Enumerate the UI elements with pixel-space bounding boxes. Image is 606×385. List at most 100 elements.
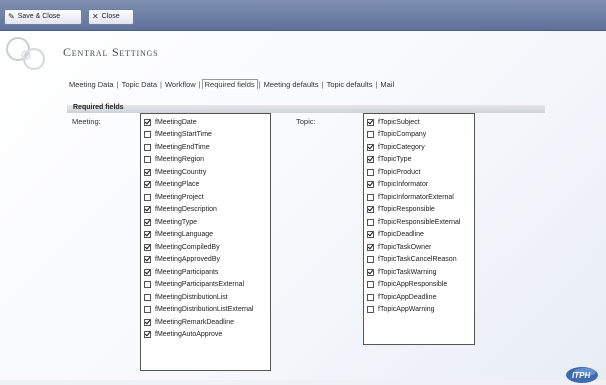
checkbox[interactable] [144, 218, 151, 226]
checkbox[interactable] [144, 168, 151, 176]
topic-field-row[interactable]: fTopicType [367, 155, 411, 165]
tab-required-fields[interactable]: Required fields [201, 79, 258, 89]
tab-meeting-defaults[interactable]: Meeting defaults [262, 80, 321, 89]
checkbox[interactable] [367, 206, 374, 213]
topic-field-row[interactable]: fTopicAppResponsible [367, 280, 447, 290]
meeting-field-row[interactable]: fMeetingRegion [144, 155, 204, 165]
meeting-field-row[interactable]: fMeetingStartTime [144, 130, 212, 140]
checkbox[interactable] [367, 268, 374, 276]
field-name-label: fMeetingType [155, 218, 198, 226]
meeting-field-row[interactable]: fMeetingAutoApprove [144, 330, 222, 340]
checkbox[interactable] [144, 131, 151, 138]
topic-field-row[interactable]: fTopicResponsible [367, 205, 435, 215]
checkbox[interactable] [367, 131, 374, 138]
checkbox[interactable] [144, 231, 151, 238]
meeting-field-row[interactable]: fMeetingProject [144, 192, 204, 202]
checkbox[interactable] [144, 156, 151, 163]
close-button[interactable]: ✕ Close [88, 9, 134, 25]
field-name-label: fMeetingParticipantsExternal [155, 281, 245, 288]
tab-topic-defaults[interactable]: Topic defaults [325, 80, 375, 89]
tab-mail[interactable]: Mail [378, 80, 396, 89]
topic-field-row[interactable]: fTopicInformator [367, 180, 428, 190]
checkbox[interactable] [367, 218, 374, 226]
checkbox[interactable] [144, 331, 151, 338]
checkbox[interactable] [144, 118, 151, 126]
topic-field-row[interactable]: fTopicAppDeadline [367, 292, 436, 302]
checkbox[interactable] [144, 268, 151, 276]
field-name-label: fTopicInformator [378, 181, 429, 188]
checkbox[interactable] [367, 156, 374, 163]
field-name-label: fMeetingProject [155, 193, 204, 201]
checkbox[interactable] [367, 231, 374, 238]
field-name-label: fTopicResponsible [378, 206, 435, 213]
field-name-label: fMeetingApprovedBy [155, 256, 220, 263]
logo-text: ITPH [572, 371, 590, 380]
meeting-field-row[interactable]: fMeetingEndTime [144, 142, 210, 152]
checkbox[interactable] [144, 281, 151, 288]
checkbox[interactable] [144, 193, 151, 201]
meeting-field-row[interactable]: fMeetingRemarkDeadline [144, 317, 234, 327]
meeting-field-row[interactable]: fMeetingDistributionList [144, 292, 228, 302]
topic-field-row[interactable]: fTopicTaskOwner [367, 242, 431, 252]
checkbox[interactable] [367, 118, 374, 126]
topic-field-row[interactable]: fTopicResponsibleExternal [367, 217, 461, 227]
checkbox[interactable] [367, 143, 374, 151]
meeting-field-row[interactable]: fMeetingParticipantsExternal [144, 280, 244, 290]
tab-meeting-data[interactable]: Meeting Data [67, 80, 116, 89]
field-name-label: fTopicTaskWarning [378, 268, 437, 276]
topic-field-row[interactable]: fTopicInformatorExternal [367, 192, 454, 202]
checkbox[interactable] [367, 243, 374, 251]
meeting-field-row[interactable]: fMeetingApprovedBy [144, 255, 220, 265]
topic-field-row[interactable]: fTopicCategory [367, 142, 425, 152]
tab-topic-data[interactable]: Topic Data [120, 80, 159, 89]
field-name-label: fTopicCompany [378, 131, 427, 138]
field-name-label: fTopicAppWarning [378, 306, 435, 313]
save-and-close-button[interactable]: ✎ Save & Close [4, 9, 82, 25]
checkbox[interactable] [367, 193, 374, 201]
topic-field-row[interactable]: fTopicProduct [367, 167, 420, 177]
field-name-label: fTopicTaskOwner [378, 243, 432, 251]
section-header-bar [67, 105, 545, 113]
meeting-field-row[interactable]: fMeetingDescription [144, 205, 217, 215]
meeting-field-row[interactable]: fMeetingCountry [144, 167, 206, 177]
topic-field-row[interactable]: fTopicTaskWarning [367, 267, 437, 277]
topic-field-row[interactable]: fTopicCompany [367, 130, 426, 140]
meeting-field-row[interactable]: fMeetingCompiledBy [144, 242, 220, 252]
field-name-label: fTopicInformatorExternal [378, 193, 454, 201]
checkbox[interactable] [367, 306, 374, 313]
field-name-label: fTopicAppResponsible [378, 281, 448, 288]
topic-field-row[interactable]: fTopicDeadline [367, 230, 424, 240]
checkbox[interactable] [367, 256, 374, 263]
close-icon: ✕ [92, 12, 99, 21]
checkbox[interactable] [144, 243, 151, 251]
save-and-close-label: Save & Close [17, 13, 61, 20]
checkbox[interactable] [367, 168, 374, 176]
field-name-label: fTopicType [378, 156, 412, 163]
meeting-field-row[interactable]: fMeetingDate [144, 117, 197, 127]
itph-logo: ITPH [566, 367, 598, 383]
checkbox[interactable] [144, 256, 151, 263]
checkbox[interactable] [144, 318, 151, 326]
meeting-field-row[interactable]: fMeetingType [144, 217, 197, 227]
meeting-field-row[interactable]: fMeetingLanguage [144, 230, 213, 240]
checkbox[interactable] [144, 306, 151, 313]
topic-field-row[interactable]: fTopicSubject [367, 117, 420, 127]
checkbox[interactable] [367, 181, 374, 188]
topic-field-row[interactable]: fTopicAppWarning [367, 305, 435, 315]
meeting-field-row[interactable]: fMeetingPlace [144, 180, 199, 190]
field-name-label: fMeetingStartTime [155, 131, 212, 138]
meeting-label: Meeting: [72, 117, 101, 126]
toolbar: ✎ Save & Close ✕ Close [0, 0, 606, 31]
field-name-label: fMeetingLanguage [155, 231, 213, 238]
checkbox[interactable] [367, 293, 374, 301]
topic-field-row[interactable]: fTopicTaskCancelReason [367, 255, 457, 265]
checkbox[interactable] [144, 206, 151, 213]
tab-workflow[interactable]: Workflow [163, 80, 198, 89]
checkbox[interactable] [144, 181, 151, 188]
field-name-label: fMeetingEndTime [155, 143, 210, 151]
meeting-field-row[interactable]: fMeetingParticipants [144, 267, 218, 277]
checkbox[interactable] [144, 293, 151, 301]
meeting-field-row[interactable]: fMeetingDistributionListExternal [144, 305, 253, 315]
checkbox[interactable] [367, 281, 374, 288]
checkbox[interactable] [144, 143, 151, 151]
